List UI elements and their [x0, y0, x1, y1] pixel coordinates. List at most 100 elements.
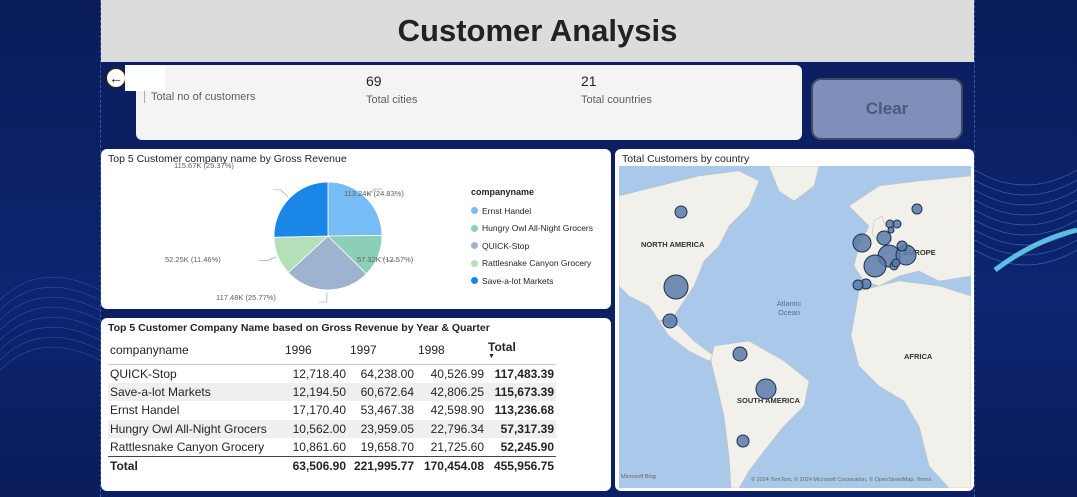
table-cell: 53,467.38 [360, 403, 414, 418]
row-header-cell: Hungry Owl All-Night Grocers [108, 419, 283, 438]
right-wave-decoration [975, 169, 1077, 273]
table-cell: 22,796.34 [416, 419, 486, 438]
map-bubble[interactable] [736, 434, 750, 448]
report-canvas: Customer Analysis Total no of customers … [100, 0, 975, 497]
table-cell: 19,658.70 [360, 440, 414, 454]
map-bubble[interactable] [896, 240, 908, 252]
back-arrow-icon: ← [105, 67, 127, 89]
pie-data-label: 52.25K (11.46%) [165, 255, 221, 264]
page-title: Customer Analysis [397, 13, 678, 48]
pie-chart-card[interactable]: Top 5 Customer company name by Gross Rev… [101, 149, 611, 309]
kpi-label: Total no of customers [151, 91, 256, 103]
table-cell: 113,236.68 [494, 403, 554, 418]
column-header[interactable]: 1996 [283, 336, 348, 364]
total-cell: 170,454.08 [423, 459, 484, 473]
table-row[interactable]: Save-a-lot Markets 12,194.50 60,672.64 42,8… [108, 382, 556, 401]
matrix-card[interactable]: Top 5 Customer Company Name based on Gro… [101, 318, 611, 491]
left-wave-decoration [0, 276, 100, 371]
legend-item[interactable]: QUICK-Stop [471, 237, 593, 255]
table-cell: 42,806.25 [416, 382, 486, 401]
map-bubble[interactable] [863, 254, 887, 278]
column-header[interactable]: 1997 [348, 336, 416, 364]
map-bubble[interactable] [674, 205, 688, 219]
table-row[interactable]: Hungry Owl All-Night Grocers 10,562.00 23,… [108, 419, 556, 438]
column-header-label: Total [488, 339, 516, 354]
matrix-header-row: companyname 1996 1997 1998 Total ▼ [108, 336, 556, 364]
revenue-matrix: companyname 1996 1997 1998 Total ▼ QUICK… [108, 336, 556, 475]
map-card[interactable]: Total Customers by country NORTH AMERICA… [615, 149, 974, 491]
sort-descending-icon: ▼ [488, 352, 495, 360]
kpi-value: 21 [581, 73, 597, 89]
kpi-card: Total no of customers 69 Total cities 21… [136, 65, 802, 140]
row-header-cell: Save-a-lot Markets [108, 382, 283, 401]
pie-leader-line [272, 189, 289, 198]
map-bubble[interactable] [663, 274, 689, 300]
map-attribution-logo: Microsoft Bing [621, 474, 656, 480]
table-cell: 57,317.39 [486, 419, 556, 438]
table-cell: 12,194.50 [283, 382, 348, 401]
map-bubble[interactable] [732, 346, 748, 362]
legend-dot-icon [471, 277, 478, 285]
row-header-cell: QUICK-Stop [110, 366, 177, 381]
kpi-label: Total cities [366, 94, 418, 106]
legend-item[interactable]: Hungry Owl All-Night Grocers [471, 220, 593, 238]
matrix-title: Top 5 Customer Company Name based on Gro… [108, 322, 490, 334]
back-button-background [125, 65, 165, 91]
table-cell: 64,238.00 [360, 366, 414, 381]
map-bubbles[interactable] [619, 166, 971, 488]
kpi-label: Total countries [581, 94, 652, 106]
table-cell: 115,673.39 [486, 382, 556, 401]
pie-data-label: 115.67K (25.37%) [174, 161, 234, 170]
table-cell: 12,718.40 [292, 366, 346, 381]
world-map[interactable]: NORTH AMERICA EUROPE AFRICA SOUTH AMERIC… [619, 166, 971, 488]
pie-chart[interactable] [161, 171, 461, 306]
total-row: Total 63,506.90 221,995.77 170,454.08 455,95… [108, 456, 556, 476]
legend-item[interactable]: Rattlesnake Canyon Grocery [471, 255, 593, 273]
table-cell: 117,483.39 [494, 366, 554, 381]
legend-label: Save-a-lot Markets [482, 275, 554, 286]
map-attribution[interactable]: © 2024 TomTom, © 2024 Microsoft Corporat… [751, 477, 931, 483]
map-bubble[interactable] [891, 258, 901, 268]
table-cell: 21,725.60 [430, 440, 484, 454]
legend-dot-icon [471, 207, 478, 215]
legend-title: companyname [471, 187, 535, 197]
total-cell: 63,506.90 [292, 459, 346, 473]
table-cell: 10,861.60 [292, 440, 346, 454]
legend-item[interactable]: Ernst Handel [471, 202, 593, 220]
legend-dot-icon [471, 259, 478, 267]
kpi-total-countries: 21 Total countries [581, 73, 652, 106]
pie-data-label: 117.48K (25.77%) [216, 293, 276, 302]
map-bubble[interactable] [755, 378, 777, 400]
map-bubble[interactable] [892, 219, 902, 229]
table-row[interactable]: Rattlesnake Canyon Grocery 10,861.60 19,65… [108, 438, 556, 457]
legend-dot-icon [471, 224, 478, 232]
column-header[interactable]: companyname [108, 336, 283, 364]
back-button[interactable]: ← [101, 65, 171, 91]
total-cell: 221,995.77 [353, 459, 414, 473]
legend-label: QUICK-Stop [482, 240, 530, 251]
map-bubble[interactable] [662, 313, 678, 329]
map-bubble[interactable] [852, 233, 872, 253]
column-header-total[interactable]: Total ▼ [486, 336, 556, 364]
total-cell: Total [110, 459, 138, 473]
clear-button[interactable]: Clear [811, 78, 963, 140]
table-row[interactable]: QUICK-Stop 12,718.40 64,238.00 40,526.99 117… [108, 364, 556, 383]
map-bubble[interactable] [887, 226, 895, 234]
kpi-value: 69 [366, 73, 382, 89]
legend-dot-icon [471, 242, 478, 250]
map-bubble[interactable] [876, 230, 892, 246]
table-row[interactable]: Ernst Handel 17,170.40 53,467.38 42,598.90 1… [108, 401, 556, 420]
kpi-total-customers: Total no of customers [144, 91, 256, 103]
legend-label: Ernst Handel [482, 205, 532, 216]
pie-leader-line [318, 291, 328, 303]
legend-label: Hungry Owl All-Night Grocers [482, 223, 594, 234]
map-bubble[interactable] [911, 203, 923, 215]
legend-label: Rattlesnake Canyon Grocery [482, 258, 592, 269]
column-header[interactable]: 1998 [416, 336, 486, 364]
pie-slice[interactable] [273, 181, 329, 238]
total-cell: 455,956.75 [493, 459, 554, 473]
pie-leader-line [258, 256, 277, 261]
legend-item[interactable]: Save-a-lot Markets [471, 272, 593, 290]
row-header-cell: Rattlesnake Canyon Grocery [110, 440, 265, 454]
map-bubble[interactable] [852, 279, 864, 291]
